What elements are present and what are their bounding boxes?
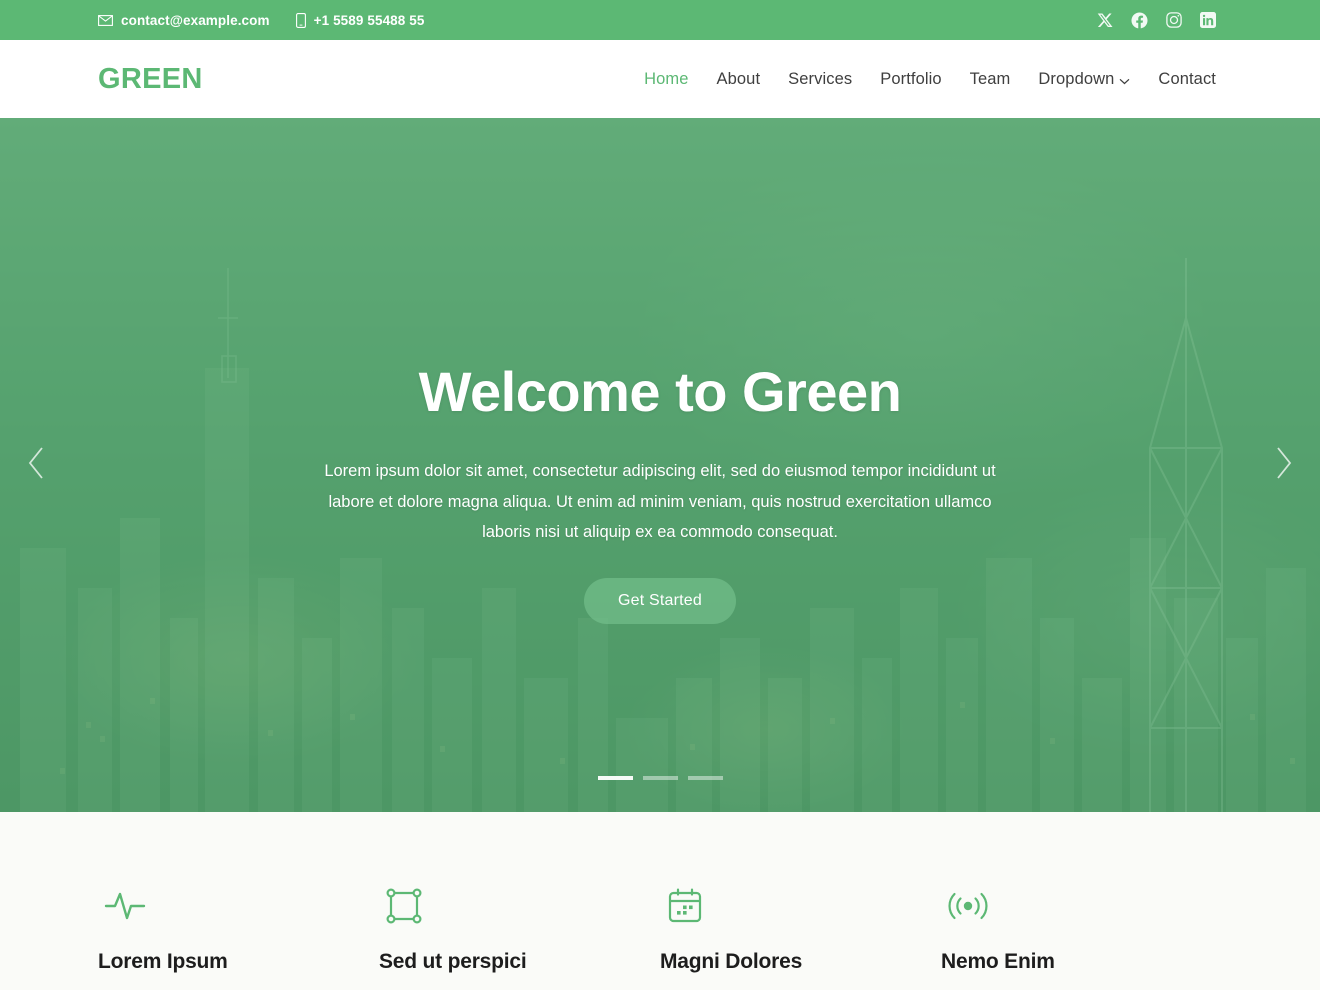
activity-pulse-icon	[104, 884, 146, 928]
feature-title-4: Nemo Enim	[941, 950, 1055, 973]
hero-title: Welcome to Green	[418, 360, 902, 423]
linkedin-icon[interactable]	[1200, 12, 1216, 28]
nav-item-dropdown[interactable]: Dropdown	[1024, 69, 1144, 90]
carousel-indicators	[0, 776, 1320, 780]
nav-label-about: About	[716, 69, 761, 88]
bounding-box-icon	[385, 884, 423, 928]
twitter-x-icon[interactable]	[1097, 12, 1113, 28]
nav-label-home: Home	[644, 69, 689, 88]
feature-card-2[interactable]: Sed ut perspici	[379, 884, 660, 990]
feature-title-1: Lorem Ipsum	[98, 950, 228, 973]
nav-label-portfolio: Portfolio	[880, 69, 942, 88]
facebook-icon[interactable]	[1131, 11, 1148, 29]
top-contact-bar: contact@example.com +1 5589 55488 55	[0, 0, 1320, 40]
nav-label-dropdown: Dropdown	[1038, 69, 1115, 88]
carousel-indicator-3[interactable]	[687, 776, 723, 780]
hero-content: Welcome to Green Lorem ipsum dolor sit a…	[0, 118, 1320, 812]
site-header: GREEN Home About Services Portfolio Team…	[0, 40, 1320, 118]
contact-phone[interactable]: +1 5589 55488 55	[295, 12, 425, 28]
features-section: Lorem Ipsum Sed ut perspici Magni Dolore…	[0, 812, 1320, 990]
hero-carousel: Welcome to Green Lorem ipsum dolor sit a…	[0, 118, 1320, 812]
main-navigation: Home About Services Portfolio Team Dropd…	[630, 69, 1216, 90]
feature-title-3: Magni Dolores	[660, 950, 803, 973]
broadcast-icon	[947, 884, 989, 928]
feature-card-1[interactable]: Lorem Ipsum	[98, 884, 379, 990]
envelope-icon	[98, 14, 113, 26]
carousel-indicator-2[interactable]	[642, 776, 678, 780]
feature-card-3[interactable]: Magni Dolores	[660, 884, 941, 990]
nav-item-home[interactable]: Home	[630, 70, 702, 89]
nav-item-portfolio[interactable]: Portfolio	[866, 70, 955, 89]
nav-item-about[interactable]: About	[703, 70, 775, 89]
carousel-indicator-1[interactable]	[597, 776, 633, 780]
site-logo[interactable]: GREEN	[98, 63, 630, 96]
social-links	[1097, 11, 1216, 29]
feature-card-4[interactable]: Nemo Enim	[941, 884, 1222, 990]
topbar-contact-group: contact@example.com +1 5589 55488 55	[98, 13, 1097, 28]
chevron-down-icon	[1119, 71, 1130, 90]
mobile-phone-icon	[295, 12, 306, 28]
nav-item-contact[interactable]: Contact	[1144, 70, 1216, 89]
nav-item-team[interactable]: Team	[956, 70, 1025, 89]
contact-email[interactable]: contact@example.com	[98, 13, 270, 28]
nav-label-services: Services	[788, 69, 853, 88]
calendar-icon	[666, 884, 704, 928]
contact-email-text: contact@example.com	[121, 12, 270, 28]
get-started-button[interactable]: Get Started	[583, 577, 737, 624]
instagram-icon[interactable]	[1166, 12, 1182, 28]
feature-title-2: Sed ut perspici	[379, 950, 527, 973]
nav-label-team: Team	[969, 69, 1011, 88]
nav-item-services[interactable]: Services	[774, 70, 866, 89]
nav-label-contact: Contact	[1158, 69, 1216, 88]
contact-phone-text: +1 5589 55488 55	[313, 12, 425, 28]
hero-description: Lorem ipsum dolor sit amet, consectetur …	[324, 462, 996, 542]
